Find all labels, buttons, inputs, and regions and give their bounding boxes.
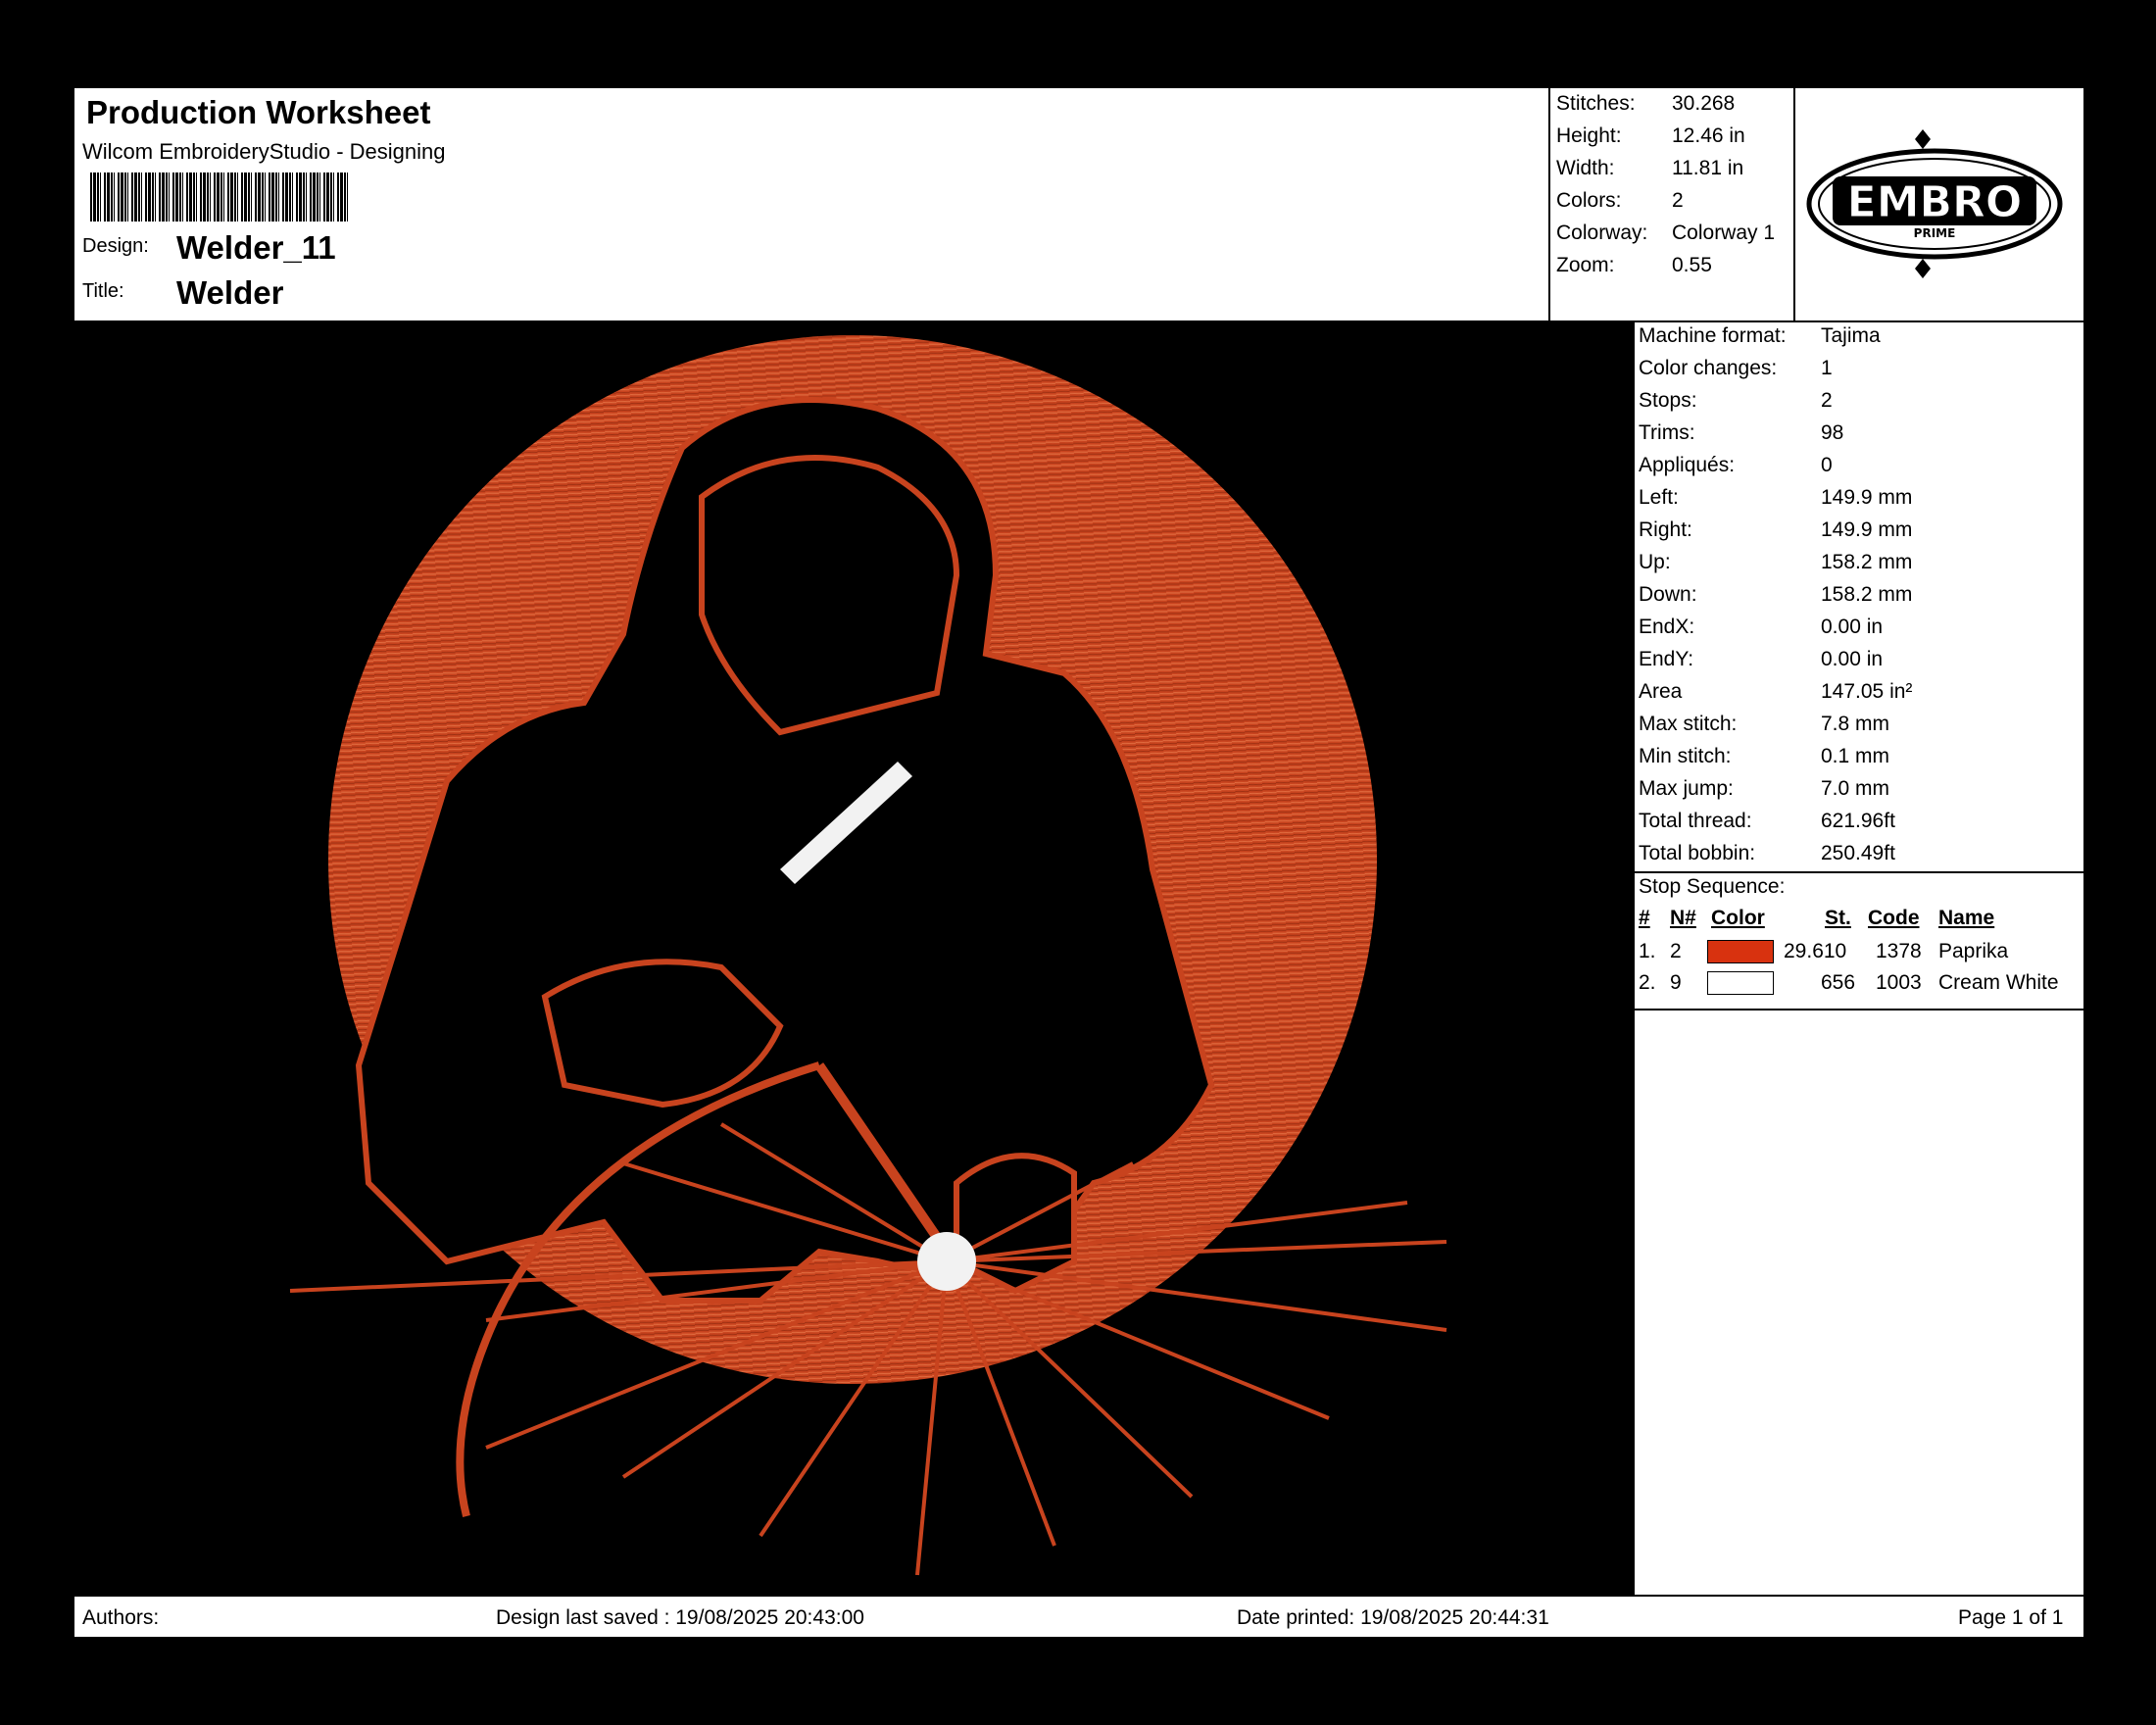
stat-row: Stitches: 30.268 <box>1556 92 1736 115</box>
worksheet-title: Production Worksheet <box>86 94 431 130</box>
info-row: Total thread: 621.96ft <box>1639 810 1895 832</box>
col-header-code: Code <box>1868 907 1920 929</box>
stat-row: Width: 11.81 in <box>1556 157 1744 179</box>
stop-sequence: Stop Sequence: # N# Color St. Code Name … <box>1635 871 2083 1010</box>
info-row: Left: 149.9 mm <box>1639 486 1913 509</box>
col-header-needle: N# <box>1670 907 1696 929</box>
info-row: Total bobbin: 250.49ft <box>1639 842 1895 864</box>
machine-info-panel: Machine format: Tajima Color changes: 1 St… <box>1633 320 2083 1595</box>
info-row: Right: 149.9 mm <box>1639 518 1913 541</box>
title-label: Title: <box>82 280 124 302</box>
color-swatch <box>1707 940 1774 963</box>
weld-flare <box>917 1232 976 1291</box>
col-header-color: Color <box>1711 907 1765 929</box>
info-row: Area 147.05 in² <box>1639 680 1913 703</box>
info-row: Min stitch: 0.1 mm <box>1639 745 1890 767</box>
color-swatch <box>1707 971 1774 995</box>
design-stats: Stitches: 30.268 Height: 12.46 in Width: 11… <box>1548 88 1795 320</box>
col-header-stitches: St. <box>1825 907 1851 929</box>
worksheet-header: Production Worksheet Wilcom EmbroiderySt… <box>74 88 1548 320</box>
software-name: Wilcom EmbroideryStudio - Designing <box>82 139 446 164</box>
info-row: Color changes: 1 <box>1639 357 1833 379</box>
info-row: Trims: 98 <box>1639 421 1844 444</box>
page-number: Page 1 of 1 <box>1958 1606 2064 1629</box>
info-row: Appliqués: 0 <box>1639 454 1833 476</box>
design-preview <box>74 320 1633 1595</box>
authors-label: Authors: <box>82 1606 160 1629</box>
info-row: EndY: 0.00 in <box>1639 648 1884 670</box>
design-name: Welder_11 <box>176 229 336 266</box>
worksheet-footer: Authors: Design last saved : 19/08/2025 … <box>74 1595 2083 1639</box>
stat-row: Zoom: 0.55 <box>1556 254 1712 276</box>
brand-logo: EMBRO PRIME <box>1793 88 2085 320</box>
col-header-num: # <box>1639 907 1650 929</box>
info-row: EndX: 0.00 in <box>1639 616 1884 638</box>
last-saved: Design last saved : 19/08/2025 20:43:00 <box>496 1606 864 1629</box>
info-row: Max jump: 7.0 mm <box>1639 777 1890 800</box>
info-row: Machine format: Tajima <box>1639 324 1881 347</box>
production-worksheet: Production Worksheet Wilcom EmbroiderySt… <box>73 86 2085 1639</box>
date-printed: Date printed: 19/08/2025 20:44:31 <box>1237 1606 1549 1629</box>
logo-subtext: PRIME <box>1914 226 1956 240</box>
machine-info-list: Machine format: Tajima Color changes: 1 St… <box>1635 322 2083 873</box>
barcode <box>90 172 348 222</box>
design-title: Welder <box>176 274 284 311</box>
design-label: Design: <box>82 235 149 257</box>
stat-row: Colors: 2 <box>1556 189 1684 212</box>
stat-row: Colorway: Colorway 1 <box>1556 222 1776 244</box>
info-row: Up: 158.2 mm <box>1639 551 1913 573</box>
stat-row: Height: 12.46 in <box>1556 124 1745 147</box>
info-row: Down: 158.2 mm <box>1639 583 1913 606</box>
info-row: Max stitch: 7.8 mm <box>1639 713 1890 735</box>
stop-sequence-title: Stop Sequence: <box>1639 875 1786 898</box>
info-row: Stops: 2 <box>1639 389 1833 412</box>
col-header-name: Name <box>1938 907 1995 929</box>
logo-wordmark: EMBRO <box>1847 177 2023 227</box>
